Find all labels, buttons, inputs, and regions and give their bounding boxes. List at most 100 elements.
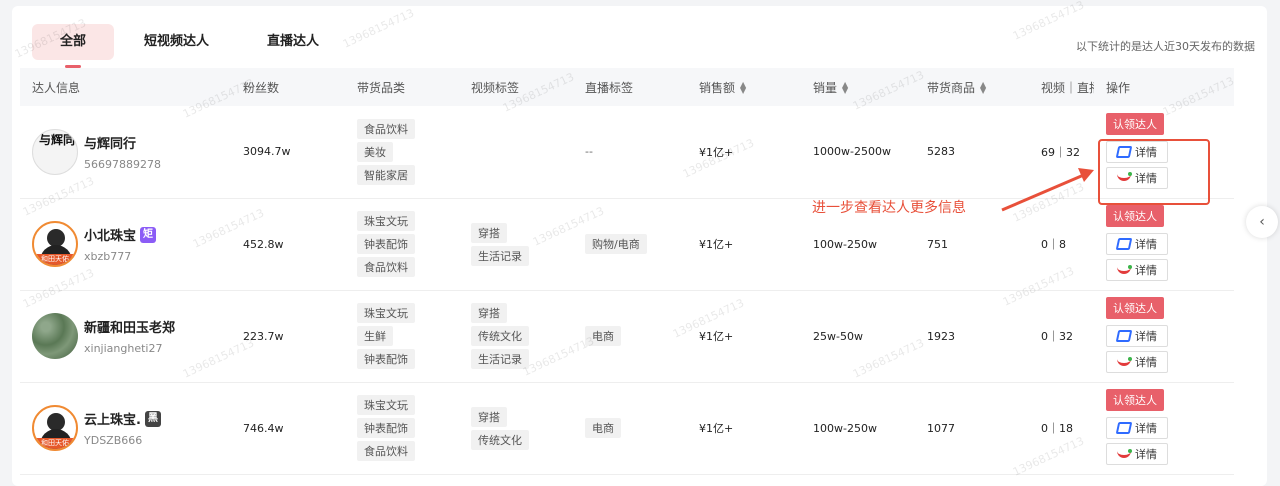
category-tag: 食品饮料	[357, 441, 415, 461]
detail-button-red[interactable]: 详情	[1106, 259, 1168, 281]
table-header: 达人信息 粉丝数 带货品类 视频标签 直播标签 销售额 ▲ ▼ 销量 ▲ ▼ 带货商品 ▲…	[20, 68, 1234, 106]
fans-value: 746.4w	[231, 382, 345, 475]
col-actions: 操作	[1094, 68, 1234, 106]
categories-cell: 珠宝文玩 钟表配饰 食品饮料	[345, 382, 459, 475]
platform-blue-icon	[1115, 238, 1133, 250]
categories-cell: 食品饮料 美妆 智能家居	[345, 106, 459, 199]
col-volume-label: 销量	[813, 80, 838, 95]
category-tag: 生鲜	[357, 326, 393, 346]
tab-live[interactable]: 直播达人	[239, 24, 347, 60]
platform-red-icon	[1117, 172, 1132, 182]
detail-button-blue[interactable]: 详情	[1106, 233, 1168, 255]
detail-button-blue[interactable]: 详情	[1106, 325, 1168, 347]
avatar-logo-text: 与辉同行	[39, 132, 77, 147]
table-row: 和田天佑 云上珠宝. 黑 YDSZB666 746.4w 珠宝文玩 钟表配饰 食品…	[20, 382, 1234, 475]
annotation-text: 进一步查看达人更多信息	[812, 200, 966, 216]
kol-info[interactable]: 与辉同行 与辉同行 56697889278	[32, 128, 231, 175]
kol-id: xbzb777	[84, 250, 132, 263]
col-video-live: 视频｜直播	[1029, 68, 1094, 106]
annotation-arrow-icon	[1001, 168, 1094, 212]
category-tag: 智能家居	[357, 164, 415, 185]
kol-info[interactable]: 和田天佑 小北珠宝矩 xbzb777	[32, 221, 231, 267]
kol-info[interactable]: 和田天佑 云上珠宝. 黑 YDSZB666	[32, 405, 231, 451]
platform-blue-icon	[1115, 145, 1133, 158]
video-tags-cell: 穿搭 传统文化	[459, 382, 573, 475]
category-tag: 珠宝文玩	[357, 303, 415, 323]
categories-cell: 珠宝文玩 钟表配饰 食品饮料	[345, 198, 459, 291]
video-tags-cell: 穿搭 生活记录	[459, 198, 573, 291]
kol-id: YDSZB666	[84, 434, 143, 447]
live-tag: 电商	[585, 326, 621, 346]
sales-value: ¥1亿+	[687, 290, 801, 383]
kol-id: 56697889278	[84, 157, 161, 171]
platform-blue-icon	[1115, 422, 1133, 434]
platform-red-icon	[1117, 356, 1132, 366]
empty-dash: --	[585, 145, 593, 159]
kol-name-text: 与辉同行	[84, 136, 137, 152]
tab-all[interactable]: 全部	[32, 24, 115, 60]
video-tag: 生活记录	[471, 349, 529, 369]
products-value: 1923	[915, 290, 1029, 383]
detail-label: 详情	[1135, 171, 1157, 185]
fans-value: 452.8w	[231, 198, 345, 291]
tab-bar: 全部 短视频达人 直播达人	[32, 24, 349, 60]
live-tags-cell: 电商	[573, 382, 687, 475]
avatar: 和田天佑	[32, 405, 78, 451]
col-volume[interactable]: 销量 ▲ ▼	[801, 68, 915, 106]
kol-info[interactable]: 新疆和田玉老郑 xinjiangheti27	[32, 313, 231, 359]
table-row: 新疆和田玉老郑 xinjiangheti27 223.7w 珠宝文玩 生鲜 钟表…	[20, 290, 1234, 383]
claim-button[interactable]: 认领达人	[1106, 112, 1164, 135]
detail-label: 详情	[1135, 422, 1157, 435]
sort-icon[interactable]: ▲ ▼	[842, 81, 848, 95]
detail-label: 详情	[1135, 448, 1157, 461]
col-video-tags: 视频标签	[459, 68, 573, 106]
sort-icon[interactable]: ▲ ▼	[740, 81, 746, 95]
col-products-label: 带货商品	[927, 80, 976, 95]
video-tag: 穿搭	[471, 222, 507, 243]
products-value: 1077	[915, 382, 1029, 475]
fans-value: 3094.7w	[231, 106, 345, 199]
claim-button[interactable]: 认领达人	[1106, 205, 1164, 227]
matrix-badge: 矩	[140, 226, 157, 243]
col-categories: 带货品类	[345, 68, 459, 106]
detail-label: 详情	[1135, 145, 1157, 159]
category-tag: 美妆	[357, 141, 393, 162]
detail-label: 详情	[1135, 264, 1157, 277]
category-tag: 珠宝文玩	[357, 211, 415, 231]
detail-button-red[interactable]: 详情	[1106, 351, 1168, 373]
detail-button-red[interactable]: 详情	[1106, 166, 1168, 189]
detail-button-blue[interactable]: 详情	[1106, 140, 1168, 163]
volume-value: 100w-250w	[801, 382, 915, 475]
video-tags-cell: 穿搭 传统文化 生活记录	[459, 290, 573, 383]
category-tag: 食品饮料	[357, 257, 415, 277]
kol-name: 云上珠宝. 黑	[84, 409, 161, 428]
claim-button[interactable]: 认领达人	[1106, 297, 1164, 319]
video-tag: 穿搭	[471, 303, 507, 323]
detail-button-red[interactable]: 详情	[1106, 443, 1168, 465]
actions-cell: 认领达人 详情 详情	[1094, 382, 1234, 475]
kol-name: 与辉同行	[84, 133, 161, 152]
detail-label: 详情	[1135, 356, 1157, 369]
sort-icon[interactable]: ▲ ▼	[980, 81, 986, 95]
live-tag: 购物/电商	[585, 234, 647, 254]
category-tag: 食品饮料	[357, 118, 415, 139]
categories-cell: 珠宝文玩 生鲜 钟表配饰	[345, 290, 459, 383]
kol-name: 小北珠宝矩	[84, 225, 157, 244]
volume-value: 1000w-2500w	[801, 106, 915, 199]
platform-red-icon	[1117, 448, 1132, 458]
col-sales-label: 销售额	[699, 80, 736, 95]
tab-short-video[interactable]: 短视频达人	[116, 24, 237, 60]
live-tags-cell: 购物/电商	[573, 198, 687, 291]
col-live-tags: 直播标签	[573, 68, 687, 106]
sales-value: ¥1亿+	[687, 198, 801, 291]
col-products[interactable]: 带货商品 ▲ ▼	[915, 68, 1029, 106]
col-sales[interactable]: 销售额 ▲ ▼	[687, 68, 801, 106]
detail-button-blue[interactable]: 详情	[1106, 417, 1168, 439]
category-tag: 钟表配饰	[357, 349, 415, 369]
live-tags-cell: --	[573, 106, 687, 199]
avatar-band-text: 和田天佑	[34, 254, 76, 265]
live-tags-cell: 电商	[573, 290, 687, 383]
collapse-chevron-icon[interactable]: ‹	[1246, 206, 1278, 238]
claim-button[interactable]: 认领达人	[1106, 389, 1164, 411]
video-tag: 穿搭	[471, 406, 507, 427]
